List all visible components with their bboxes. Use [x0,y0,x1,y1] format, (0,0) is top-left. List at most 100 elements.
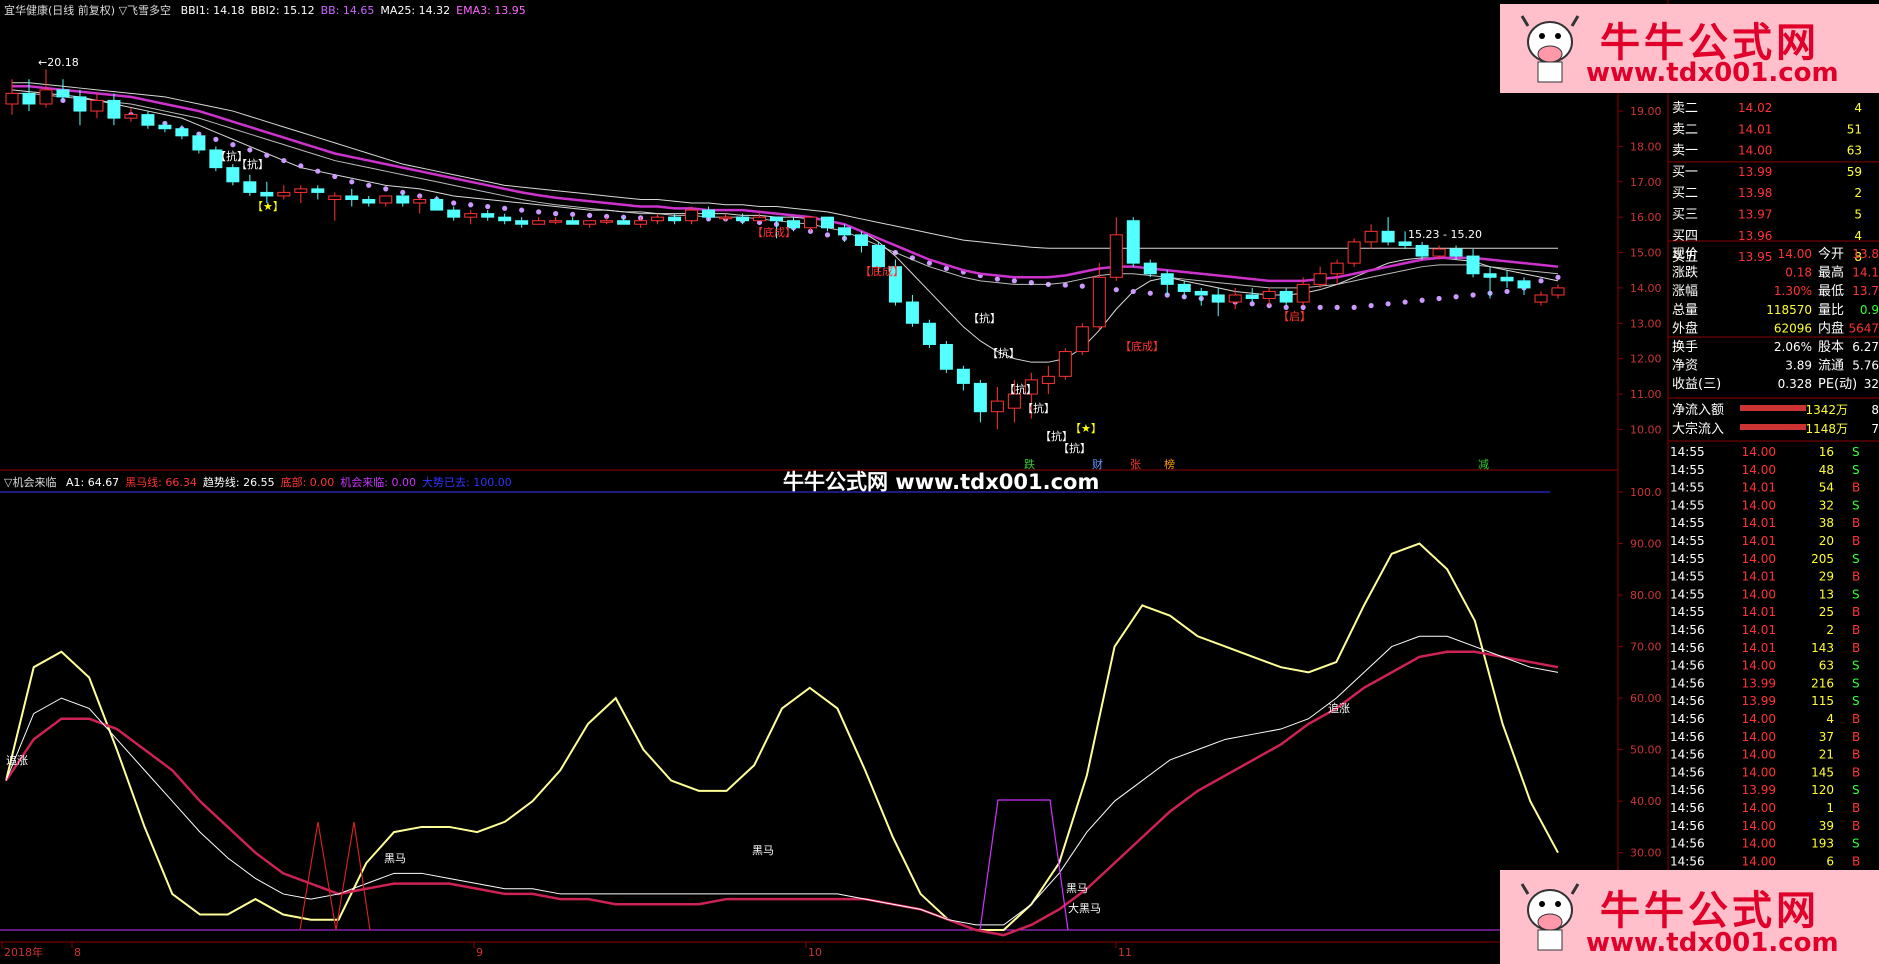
flow-label: 净流入额 [1672,403,1724,418]
candle-body [1381,230,1395,243]
logo-bottom[interactable]: 牛牛公式网 www.tdx001.com [1500,870,1879,964]
sub-tick-label: 30.00 [1630,847,1662,860]
candle-body [600,220,614,223]
quote-value: 13.7 [1852,284,1879,298]
bb-dot [1113,287,1119,293]
sub-tick-label: 40.00 [1630,795,1662,808]
price-tick-label: 17.00 [1630,176,1662,189]
tick-direction: B [1852,481,1860,495]
candle-body [192,135,206,151]
tick-direction: S [1852,498,1860,512]
tick-direction: S [1852,587,1860,601]
tick-volume: 205 [1811,552,1834,566]
candle-body [1211,294,1225,303]
quote-value: 5.76 [1852,359,1879,373]
candle-body [1466,255,1480,275]
tick-volume: 48 [1819,463,1834,477]
tick-time: 14:56 [1670,641,1705,655]
tick-direction: B [1852,801,1860,815]
candle-body [922,322,936,345]
tick-direction: S [1852,837,1860,851]
sub-indicator-value-4: 机会来临: 0.00 [340,476,416,489]
quote-value: 118570 [1766,303,1812,317]
quote-value: 0.18 [1785,266,1812,280]
bb-dot [1317,304,1323,310]
quote-label: 今开 [1818,246,1844,262]
tick-direction: B [1852,605,1860,619]
tick-volume: 21 [1819,748,1834,762]
sub-line [5,635,1559,926]
tick-price: 14.00 [1742,463,1776,477]
order-label: 卖二 [1672,101,1698,116]
tick-price: 14.00 [1742,712,1776,726]
range-annotation: 15.23 - 15.20 [1408,228,1482,241]
candle-body [617,220,631,225]
bb-dot [1436,295,1442,302]
tick-volume: 120 [1811,783,1834,797]
sub-tick-label: 50.00 [1630,744,1662,757]
flow-value: 7 [1871,422,1879,436]
candle-body [1143,262,1157,275]
tick-volume: 63 [1819,659,1834,673]
logo-top[interactable]: 牛牛公式网 www.tdx001.com [1500,4,1879,93]
candle-body [770,216,784,222]
sub-tick-label: 70.00 [1630,641,1662,654]
quote-label: PE(动) [1818,377,1857,392]
sub-indicator-name[interactable]: ▽机会来临 [4,476,56,489]
candle-body [1194,290,1208,296]
bb-dot [1402,299,1408,305]
bb-dot [468,202,474,208]
candle-body [243,181,257,193]
candle-body [837,227,851,236]
tick-price: 14.00 [1742,659,1776,673]
order-volume: 59 [1847,165,1862,179]
candle-body [362,198,376,204]
tick-volume: 39 [1819,819,1834,833]
tick-price: 14.01 [1742,534,1776,548]
candle-body [311,188,325,193]
order-label: 卖二 [1672,122,1698,137]
bb-dot [824,232,831,238]
quote-label: 涨幅 [1672,284,1698,299]
candle-body [1296,283,1310,303]
bb-dot [383,186,389,192]
time-label: 8 [74,946,81,959]
candle-body [1415,244,1429,257]
tick-price: 14.00 [1742,765,1776,779]
tick-direction: B [1852,570,1860,584]
candle-body [939,344,953,370]
chart-label: 【★】 [252,200,284,213]
tick-price: 14.01 [1742,623,1776,637]
candle-body [1160,273,1174,285]
candle-body [990,400,1004,413]
price-tick-label: 12.00 [1630,353,1662,366]
tick-volume: 20 [1819,534,1834,548]
candle-body [107,99,121,119]
bb-dot [1334,304,1340,310]
quote-value: 5647 [1848,321,1879,335]
tick-price: 14.00 [1742,837,1776,851]
bb-dot [1504,288,1510,295]
candle-body [532,220,546,225]
tick-time: 14:56 [1670,712,1705,726]
indicator-name[interactable]: ▽飞雪多空 [119,4,171,17]
cow-icon [1520,880,1580,952]
tick-direction: B [1852,730,1860,744]
stock-title: 宜华健康(日线 前复权) [4,4,116,17]
tick-volume: 32 [1819,498,1834,512]
chart-label: 【抗】 [968,311,1001,325]
quote-value: 13.8 [1852,247,1879,261]
candle-body [1058,351,1072,377]
stock-chart-window: 19.00 18.00 17.00 16.00 15.00 14.00 13.00 12.00… [0,0,1879,964]
tick-volume: 25 [1819,605,1834,619]
quote-value: 0.9 [1860,303,1879,317]
order-volume: 2 [1854,186,1862,200]
high-annotation: ←20.18 [38,56,79,69]
tick-direction: B [1852,641,1860,655]
candle-body [1534,294,1548,303]
tick-time: 14:56 [1670,623,1705,637]
sub-indicator-value-0: A1: 64.67 [65,476,120,489]
tick-direction: S [1852,552,1860,566]
bb-dot [570,211,576,217]
sub-tick-label: 80.00 [1630,589,1662,602]
